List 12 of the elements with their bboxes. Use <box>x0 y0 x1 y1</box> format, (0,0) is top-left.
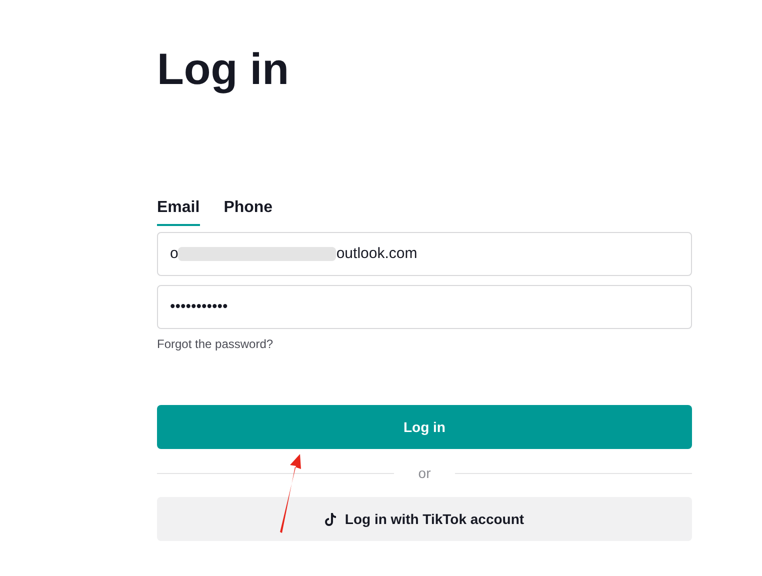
music-note-icon <box>324 512 337 526</box>
password-field[interactable]: ••••••••••• <box>157 285 692 329</box>
login-button[interactable]: Log in <box>157 405 692 449</box>
email-text: outlook.com <box>336 244 418 264</box>
email-text: o <box>170 244 178 264</box>
page-title: Log in <box>157 44 290 96</box>
tab[interactable]: Email <box>157 196 200 226</box>
divider-text: or <box>418 464 431 482</box>
tiktok-login-button[interactable]: Log in with TikTok account <box>157 497 692 541</box>
tab[interactable]: Phone <box>224 196 273 226</box>
forgot-password-link[interactable]: Forgot the password? <box>157 335 274 353</box>
email-field[interactable]: o outlook.com <box>157 232 692 276</box>
